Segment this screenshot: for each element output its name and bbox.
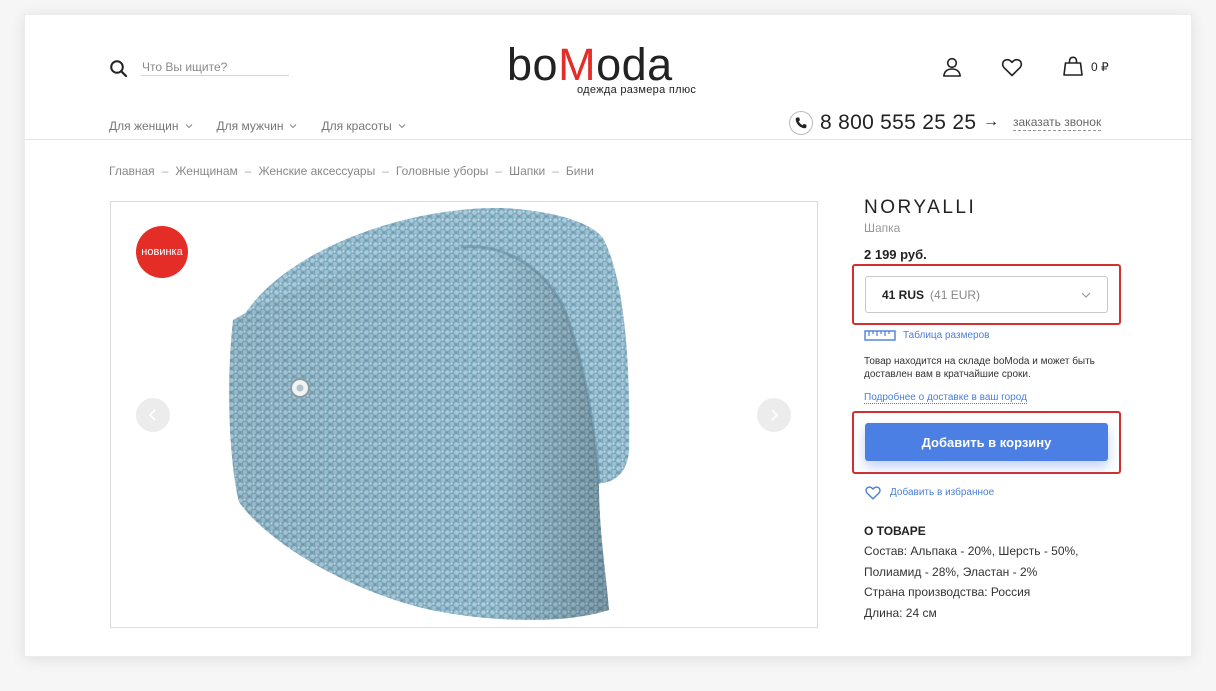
logo-accent: M	[558, 39, 597, 90]
header-divider	[25, 139, 1193, 140]
ruler-icon	[864, 330, 896, 341]
heart-icon[interactable]	[1000, 55, 1024, 79]
chevron-right-icon	[771, 409, 779, 421]
breadcrumb-separator: –	[552, 164, 559, 178]
breadcrumb-separator: –	[495, 164, 503, 178]
size-table-label: Таблица размеров	[903, 329, 990, 341]
gallery-next-button[interactable]	[757, 398, 791, 432]
delivery-link[interactable]: Подробнее о доставке в ваш город	[864, 392, 1027, 404]
nav-women[interactable]: Для женщин	[109, 119, 193, 133]
product-type: Шапка	[864, 221, 901, 235]
nav-men-label: Для мужчин	[216, 119, 284, 133]
breadcrumb-separator: –	[161, 164, 169, 178]
breadcrumb-item[interactable]: Бини	[566, 164, 594, 178]
product-brand[interactable]: NORYALLI	[864, 197, 976, 219]
product-price: 2 199 руб.	[864, 247, 927, 262]
cart-sum[interactable]: 0 ₽	[1091, 60, 1109, 74]
breadcrumb-separator: –	[382, 164, 389, 178]
page-frame: boModa одежда размера плюс 0 ₽ Для женщи…	[24, 14, 1193, 657]
about-heading: О ТОВАРЕ	[864, 524, 926, 538]
size-alt-value: (41 EUR)	[930, 287, 981, 302]
size-table-link[interactable]: Таблица размеров	[864, 329, 989, 341]
heart-icon	[865, 486, 881, 500]
size-select[interactable]: 41 RUS (41 EUR)	[865, 276, 1108, 313]
breadcrumb-item[interactable]: Главная	[109, 164, 155, 178]
site-logo[interactable]: boModa одежда размера плюс	[507, 42, 717, 99]
add-to-favorites-label: Добавить в избранное	[890, 487, 995, 498]
add-to-cart-button[interactable]: Добавить в корзину	[865, 423, 1108, 461]
chevron-down-icon	[398, 124, 406, 129]
add-to-favorites-link[interactable]: Добавить в избранное	[864, 485, 994, 500]
nav-beauty[interactable]: Для красоты	[321, 119, 406, 133]
callback-link[interactable]: заказать звонок	[1013, 115, 1102, 131]
arrow-right-icon: →	[983, 113, 999, 130]
breadcrumb-item[interactable]: Шапки	[509, 164, 545, 178]
chevron-left-icon	[148, 409, 156, 421]
breadcrumb-item[interactable]: Женщинам	[175, 164, 237, 178]
phone-icon	[789, 111, 813, 135]
product-gallery: новинка	[110, 201, 818, 628]
about-line: Страна производства: Россия	[864, 585, 1031, 599]
breadcrumb-separator: –	[244, 164, 252, 178]
chevron-down-icon	[185, 124, 192, 129]
cart-bag-icon[interactable]	[1061, 54, 1085, 78]
logo-prefix: bo	[507, 39, 559, 90]
breadcrumb: Главная – Женщинам – Женские аксессуары …	[109, 164, 594, 178]
nav-men[interactable]: Для мужчин	[217, 119, 298, 133]
breadcrumb-item[interactable]: Головные уборы	[396, 164, 489, 178]
phone-number[interactable]: 8 800 555 25 25	[820, 111, 976, 135]
new-badge: новинка	[136, 226, 188, 278]
breadcrumb-item[interactable]: Женские аксессуары	[258, 164, 375, 178]
about-line: Состав: Альпака - 20%, Шерсть - 50%,	[864, 544, 1079, 558]
search-input[interactable]	[141, 60, 289, 76]
user-icon[interactable]	[940, 55, 964, 79]
nav-women-label: Для женщин	[109, 119, 179, 133]
search-icon[interactable]	[109, 59, 129, 79]
gallery-prev-button[interactable]	[136, 398, 170, 432]
main-nav: Для женщин Для мужчин Для красоты	[109, 119, 430, 133]
nav-beauty-label: Для красоты	[321, 119, 392, 133]
logo-tagline: одежда размера плюс	[577, 84, 697, 96]
about-line: Длина: 24 см	[864, 606, 937, 620]
stock-note: Товар находится на складе boModa и может…	[864, 356, 1095, 380]
chevron-down-icon	[1081, 292, 1091, 298]
size-selected-value: 41 RUS	[882, 287, 925, 302]
product-image[interactable]	[211, 202, 671, 628]
chevron-down-icon	[290, 124, 297, 129]
about-line: Полиамид - 28%, Эластан - 2%	[864, 565, 1038, 579]
logo-suffix: oda	[596, 39, 673, 90]
